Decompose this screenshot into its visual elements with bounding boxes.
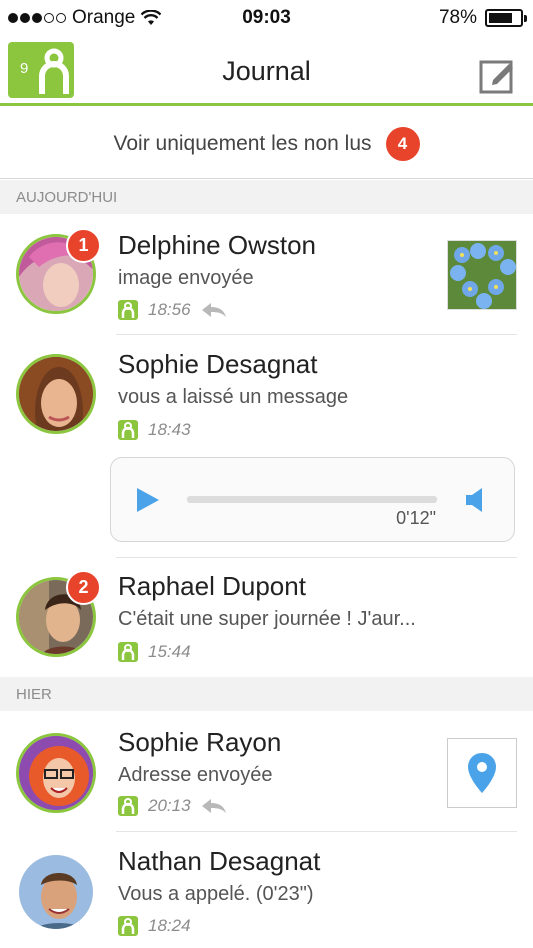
map-pin-icon	[468, 753, 496, 793]
battery-percent: 78%	[438, 7, 477, 28]
app-logo-small-icon	[118, 642, 138, 662]
conversation-row[interactable]: 2 Raphael Dupont C'était une super journ…	[0, 558, 533, 676]
avatar	[16, 852, 96, 932]
contact-name: Delphine Owston	[118, 230, 316, 260]
status-bar: Orange 09:03 78%	[0, 0, 533, 36]
compose-icon[interactable]	[479, 56, 517, 94]
contact-name: Raphael Dupont	[118, 571, 306, 601]
section-header-today: AUJOURD'HUI	[0, 180, 533, 214]
contact-name: Sophie Desagnat	[118, 349, 318, 379]
filter-label: Voir uniquement les non lus	[113, 131, 372, 155]
image-thumbnail[interactable]	[447, 240, 517, 310]
reply-icon	[201, 799, 226, 813]
app-logo-small-icon	[118, 916, 138, 936]
message-preview: vous a laissé un message	[118, 386, 349, 408]
conversation-row[interactable]: Nathan Desagnat Vous a appelé. (0'23") 1…	[0, 832, 533, 948]
contact-name: Nathan Desagnat	[118, 846, 321, 876]
app-logo-small-icon	[118, 300, 138, 320]
message-meta: 18:24	[118, 916, 191, 936]
message-preview: Vous a appelé. (0'23")	[118, 883, 314, 905]
location-thumbnail[interactable]	[447, 738, 517, 808]
conversation-row[interactable]: Sophie Rayon Adresse envoyée 20:13	[0, 711, 533, 831]
audio-duration: 0'12"	[396, 508, 436, 528]
unread-filter-button[interactable]: Voir uniquement les non lus 4	[0, 109, 533, 179]
app-header: 9 Journal	[0, 36, 533, 106]
app-logo-small-icon	[118, 420, 138, 440]
unread-count-badge: 4	[385, 126, 420, 161]
speaker-icon[interactable]	[464, 486, 486, 514]
message-meta: 18:56	[118, 300, 227, 320]
play-icon[interactable]	[135, 486, 161, 514]
conversation-row[interactable]: 1 Delphine Owston image envoyée 18:56	[0, 214, 533, 334]
message-time: 15:44	[148, 642, 191, 661]
app-logo-small-icon	[118, 796, 138, 816]
message-meta: 18:43	[118, 420, 191, 440]
unread-badge: 1	[66, 228, 101, 263]
battery-icon	[485, 9, 527, 27]
section-header-yesterday: HIER	[0, 677, 533, 711]
message-preview: image envoyée	[118, 267, 254, 289]
battery-status: 78%	[438, 7, 527, 29]
avatar	[16, 354, 96, 434]
unread-badge: 2	[66, 570, 101, 605]
reply-icon	[201, 303, 226, 317]
message-time: 18:24	[148, 916, 191, 935]
message-time: 20:13	[148, 796, 191, 815]
message-preview: C'était une super journée ! J'aur...	[118, 608, 416, 630]
message-time: 18:56	[148, 300, 191, 319]
page-title: Journal	[222, 56, 311, 86]
message-time: 18:43	[148, 420, 191, 439]
message-meta: 15:44	[118, 642, 191, 662]
contact-name: Sophie Rayon	[118, 727, 282, 757]
avatar	[16, 733, 96, 813]
message-preview: Adresse envoyée	[118, 764, 273, 786]
audio-progress-bar[interactable]	[187, 496, 437, 503]
message-meta: 20:13	[118, 796, 227, 816]
audio-player: 0'12"	[110, 457, 515, 542]
